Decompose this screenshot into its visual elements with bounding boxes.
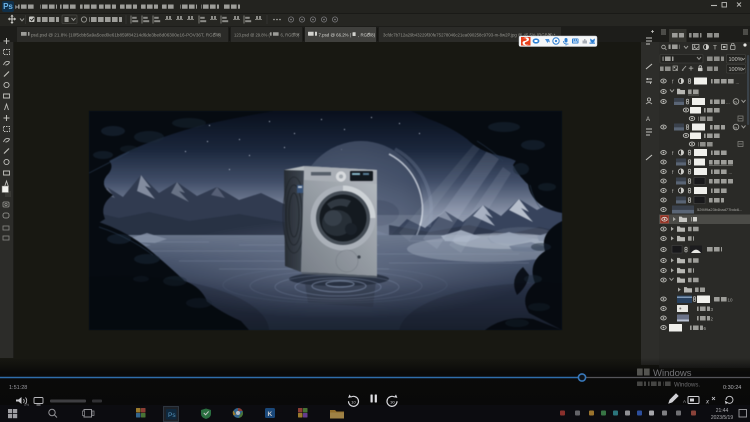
svg-text:6: 6 bbox=[704, 326, 707, 331]
svg-text:2023/5/19: 2023/5/19 bbox=[711, 415, 733, 421]
svg-text:fx: fx bbox=[734, 100, 737, 105]
svg-text:1:51:28: 1:51:28 bbox=[9, 385, 27, 391]
svg-text:x: x bbox=[705, 400, 710, 406]
svg-text:, RGB/8): , RGB/8) bbox=[358, 33, 376, 38]
svg-text:A: A bbox=[683, 399, 686, 404]
svg-text:f: f bbox=[672, 189, 674, 195]
svg-text:100%: 100% bbox=[729, 67, 743, 73]
svg-text:21:44: 21:44 bbox=[716, 408, 729, 414]
svg-text:A: A bbox=[646, 117, 650, 123]
svg-text:Windows.: Windows. bbox=[674, 383, 700, 389]
svg-text:10: 10 bbox=[351, 400, 356, 405]
svg-text:10: 10 bbox=[728, 298, 734, 303]
svg-text:f: f bbox=[672, 151, 674, 157]
svg-text:Windows: Windows bbox=[653, 368, 692, 379]
svg-text:psd.psd @ 21.8% (10f5cbb5a9a5c: psd.psd @ 21.8% (10f5cbb5a9a5ced0e61b859… bbox=[31, 33, 222, 38]
svg-text:123.psd @ 29.8% (: 123.psd @ 29.8% ( bbox=[234, 33, 271, 38]
svg-text:100%: 100% bbox=[729, 57, 743, 63]
svg-text:52f4f9a23b4bad77bdc6...: 52f4f9a23b4bad77bdc6... bbox=[697, 207, 742, 212]
svg-text:30: 30 bbox=[390, 400, 395, 405]
svg-text:fx: fx bbox=[734, 125, 737, 130]
svg-text:T: T bbox=[713, 45, 717, 52]
svg-text:7.psd @ 66.2% (: 7.psd @ 66.2% ( bbox=[319, 33, 352, 38]
svg-text:Ps: Ps bbox=[168, 412, 176, 419]
svg-text:K: K bbox=[268, 411, 273, 418]
svg-text:f: f bbox=[672, 80, 674, 86]
svg-text:0:30:24: 0:30:24 bbox=[723, 385, 741, 391]
svg-text:2: 2 bbox=[711, 317, 714, 322]
svg-text:...: ... bbox=[726, 100, 730, 105]
svg-text:3: 3 bbox=[711, 307, 714, 312]
svg-text:...: ... bbox=[729, 170, 733, 175]
svg-text:...: ... bbox=[736, 80, 740, 85]
svg-text:f: f bbox=[672, 170, 674, 176]
svg-text:0%: 0% bbox=[24, 403, 29, 407]
svg-text:* ×: * × bbox=[214, 33, 220, 39]
svg-text:* ×: * × bbox=[293, 33, 300, 39]
